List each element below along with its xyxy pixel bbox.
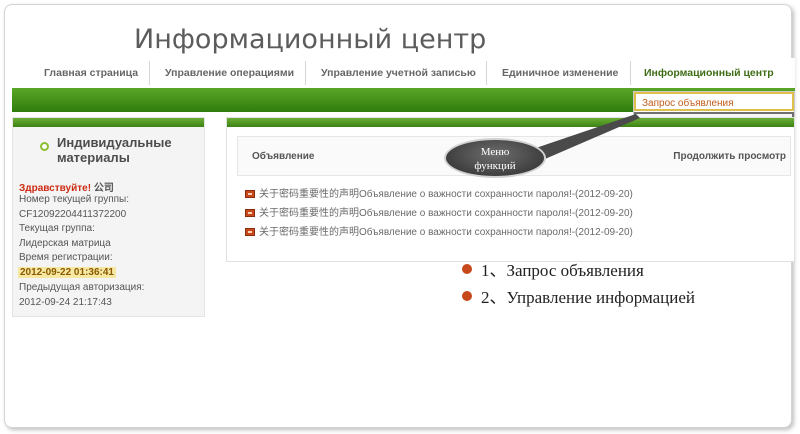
dropdown-item-announcement-query[interactable]: Запрос объявления (634, 92, 794, 111)
bullet-text: 2、Управление информацией (481, 288, 695, 307)
continue-viewing-link[interactable]: Продолжить просмотр (673, 151, 786, 162)
nav-separator (149, 61, 150, 85)
last-auth-time: 2012-09-24 21:17:43 (19, 297, 112, 308)
nav-item-home[interactable]: Главная страница (44, 58, 138, 88)
last-auth-label: Предыдущая авторизация: (19, 282, 145, 293)
greeting-line: Здравствуйте! 公司 (19, 179, 114, 194)
notice-item[interactable]: 关于密码重要性的声明Объявление о важности сохранно… (245, 204, 633, 219)
notice-item[interactable]: 关于密码重要性的声明Объявление о важности сохранно… (245, 223, 633, 238)
notice-icon (245, 190, 255, 198)
registration-time: 2012-09-22 01:36:41 (18, 267, 116, 278)
notice-text: 关于密码重要性的声明Объявление о важности сохранно… (259, 208, 633, 219)
panel-header-bar (227, 118, 794, 127)
company-name: 公司 (93, 183, 114, 194)
function-menu-callout: Меню функций (444, 138, 546, 178)
circle-bullet-icon (40, 142, 49, 151)
bullet-item: 2、Управление информацией (462, 283, 695, 308)
slide-title: Информационный центр (134, 24, 487, 55)
notice-text: 关于密码重要性的声明Объявление о важности сохранно… (259, 189, 633, 200)
greeting-text: Здравствуйте! (19, 183, 92, 194)
callout-line-2: функций (474, 160, 516, 172)
nav-item-account[interactable]: Управление учетной записью (321, 58, 476, 88)
group-number-value: CF12092204411372200 (19, 209, 127, 220)
announcement-title: Объявление (252, 151, 315, 162)
nav-item-operations[interactable]: Управление операциями (165, 58, 294, 88)
notice-text: 关于密码重要性的声明Объявление о важности сохранно… (259, 227, 633, 238)
registration-label: Время регистрации: (19, 252, 113, 263)
nav-item-info-center[interactable]: Информационный центр (644, 58, 774, 88)
notice-icon (245, 228, 255, 236)
bullet-dot-icon (462, 264, 472, 274)
bullet-item: 1、Запрос объявления (462, 256, 644, 281)
callout-line-1: Меню (480, 146, 510, 158)
bullet-dot-icon (462, 291, 472, 301)
nav-item-single-change[interactable]: Единичное изменение (502, 58, 618, 88)
nav-separator (630, 61, 631, 85)
nav-separator (486, 61, 487, 85)
sidebar-header-bar (13, 118, 204, 127)
sidebar-heading: Индивидуальные материалы (57, 135, 172, 165)
group-number-label: Номер текущей группы: (19, 194, 130, 205)
notice-item[interactable]: 关于密码重要性的声明Объявление о важности сохранно… (245, 185, 633, 200)
group-label: Текущая группа: (19, 223, 95, 234)
bullet-text: 1、Запрос объявления (481, 261, 644, 280)
sidebar-personal-info: Индивидуальные материалы Здравствуйте! 公… (12, 117, 205, 317)
notice-icon (245, 209, 255, 217)
nav-separator (305, 61, 306, 85)
top-navigation: Главная страница Управление операциями У… (12, 58, 795, 88)
group-value: Лидерская матрица (19, 238, 111, 249)
